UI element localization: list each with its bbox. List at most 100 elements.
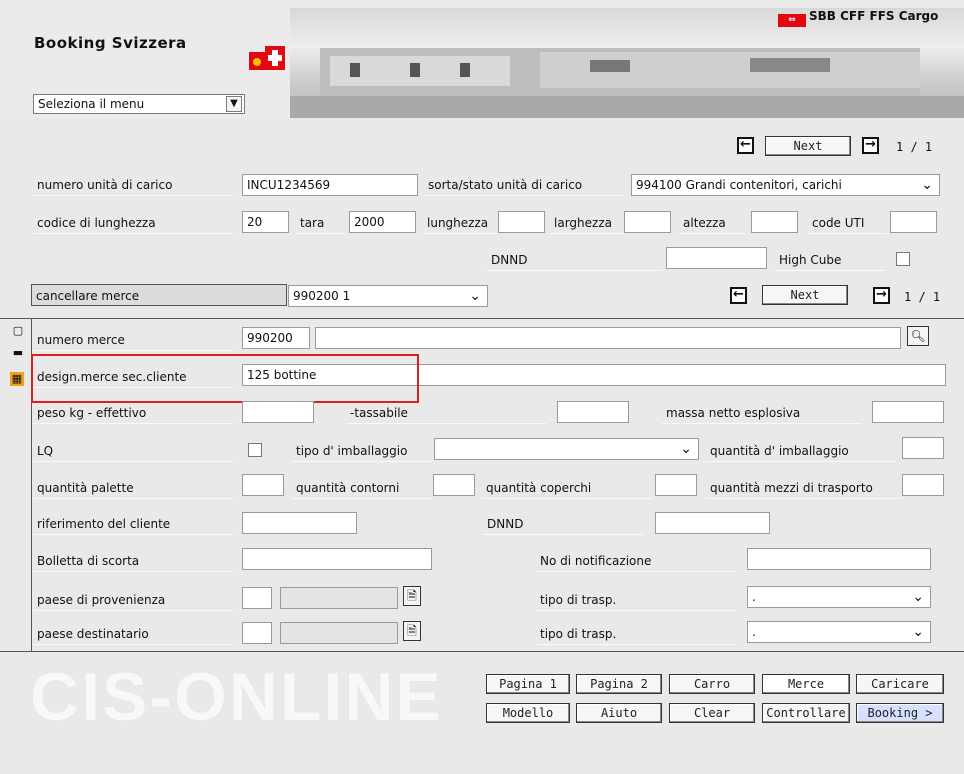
numero-merce-description-input[interactable] [315, 327, 901, 349]
next-arrow-icon[interactable]: → [862, 137, 879, 154]
cancellare-merce-button[interactable]: cancellare merce [31, 284, 287, 306]
chevron-down-icon: ⌄ [921, 177, 933, 193]
paese-provenienza-code-input[interactable] [242, 587, 272, 609]
paese-provenienza-label: paese di provenienza [33, 589, 233, 611]
merce-select[interactable]: 990200 1 ⌄ [288, 285, 488, 307]
quantita-imballaggio-input[interactable] [902, 437, 944, 459]
caricare-button[interactable]: Caricare [856, 674, 944, 694]
sorta-select-value: 994100 Grandi contenitori, carichi [636, 178, 842, 192]
massa-label: massa netto esplosiva [662, 402, 862, 424]
tassabile-label: -tassabile [346, 402, 546, 424]
next-arrow-icon-merce[interactable]: → [873, 287, 890, 304]
riferimento-input[interactable] [242, 512, 357, 534]
altezza-label: altezza [679, 212, 745, 234]
page-counter-top: 1 / 1 [896, 140, 933, 154]
modello-button[interactable]: Modello [486, 703, 570, 723]
quantita-contorni-label: quantità contorni [292, 477, 432, 499]
merce-select-value: 990200 1 [293, 289, 351, 303]
controllare-button[interactable]: Controllare [762, 703, 850, 723]
lunghezza-input[interactable] [498, 211, 545, 233]
swiss-logo-icon [249, 46, 285, 72]
quantita-palette-input[interactable] [242, 474, 284, 496]
quantita-coperchi-input[interactable] [655, 474, 697, 496]
larghezza-input[interactable] [624, 211, 671, 233]
sorta-label: sorta/stato unità di carico [424, 174, 624, 196]
box-icon[interactable]: ▢ [11, 324, 25, 338]
notificazione-input[interactable] [747, 548, 931, 570]
search-icon[interactable]: 🔍︎ [907, 326, 929, 346]
page-counter-merce: 1 / 1 [904, 290, 941, 304]
dnnd-merce-label: DNND [483, 513, 643, 535]
tipo-trasp-label-1: tipo di trasp. [536, 589, 736, 611]
pagina-2-button[interactable]: Pagina 2 [576, 674, 662, 694]
quantita-mezzi-input[interactable] [902, 474, 944, 496]
high-cube-label: High Cube [775, 249, 885, 271]
booking-button[interactable]: Booking > [856, 703, 944, 723]
sorta-select[interactable]: 994100 Grandi contenitori, carichi ⌄ [631, 174, 940, 196]
lq-checkbox[interactable] [248, 443, 262, 457]
quantita-contorni-input[interactable] [433, 474, 475, 496]
prev-arrow-icon[interactable]: ← [737, 137, 754, 154]
dnnd-merce-input[interactable] [655, 512, 770, 534]
menu-select-value: Seleziona il menu [38, 97, 145, 111]
massa-input[interactable] [872, 401, 944, 423]
high-cube-checkbox[interactable] [896, 252, 910, 266]
notificazione-label: No di notificazione [536, 550, 736, 572]
truck-icon[interactable]: ▬ [11, 346, 25, 360]
bolletta-label: Bolletta di scorta [33, 550, 233, 572]
highlight-box [31, 354, 419, 403]
chevron-down-icon[interactable]: ▼ [226, 96, 242, 112]
riferimento-label: riferimento del cliente [33, 513, 233, 535]
paese-destinatario-code-input[interactable] [242, 622, 272, 644]
paese-provenienza-name-input [280, 587, 398, 609]
menu-select[interactable]: Seleziona il menu ▼ [33, 94, 245, 114]
tipo-trasp-select-1[interactable]: . ⌄ [747, 586, 931, 608]
prev-arrow-icon-merce[interactable]: ← [730, 287, 747, 304]
code-uti-input[interactable] [890, 211, 937, 233]
aiuto-button[interactable]: Aiuto [576, 703, 662, 723]
next-button-merce[interactable]: Next [762, 285, 848, 305]
carro-button[interactable]: Carro [669, 674, 755, 694]
lq-label: LQ [33, 440, 233, 462]
brand-text: SBB CFF FFS Cargo [809, 9, 939, 23]
merce-button[interactable]: Merce [762, 674, 850, 694]
pagina-1-button[interactable]: Pagina 1 [486, 674, 570, 694]
section-divider [0, 318, 964, 319]
paese-destinatario-name-input [280, 622, 398, 644]
tara-label: tara [296, 212, 344, 234]
dnnd-input[interactable] [666, 247, 767, 269]
codice-lunghezza-input[interactable]: 20 [242, 211, 289, 233]
document-icon[interactable]: 🗎︎ [403, 586, 421, 606]
quantita-mezzi-label: quantità mezzi di trasporto [706, 477, 902, 499]
footer-divider [0, 651, 964, 652]
document-icon[interactable]: 🗎︎ [403, 621, 421, 641]
tipo-trasp-select-1-value: . [752, 590, 756, 604]
cis-online-logo: CIS-ONLINE [30, 659, 443, 735]
numero-unita-input[interactable]: INCU1234569 [242, 174, 418, 196]
numero-unita-label: numero unità di carico [33, 174, 233, 196]
lunghezza-label: lunghezza [423, 212, 499, 234]
paese-destinatario-label: paese destinatario [33, 623, 233, 645]
bolletta-input[interactable] [242, 548, 432, 570]
tipo-trasp-select-2-value: . [752, 625, 756, 639]
numero-merce-input[interactable]: 990200 [242, 327, 310, 349]
peso-input[interactable] [242, 401, 314, 423]
altezza-input[interactable] [751, 211, 798, 233]
calculator-icon[interactable]: ▦ [10, 372, 24, 386]
codice-lunghezza-label: codice di lunghezza [33, 212, 233, 234]
clear-button[interactable]: Clear [669, 703, 755, 723]
sbb-brand: ⇔ SBB CFF FFS Cargo [778, 9, 964, 27]
dnnd-label: DNND [487, 249, 662, 271]
tassabile-input[interactable] [557, 401, 629, 423]
chevron-down-icon: ⌄ [469, 288, 481, 304]
quantita-coperchi-label: quantità coperchi [482, 477, 652, 499]
larghezza-label: larghezza [550, 212, 624, 234]
code-uti-label: code UTI [808, 212, 886, 234]
tipo-imballaggio-select[interactable]: ⌄ [434, 438, 699, 460]
tara-input[interactable]: 2000 [349, 211, 416, 233]
peso-label: peso kg - effettivo [33, 402, 233, 424]
quantita-palette-label: quantità palette [33, 477, 233, 499]
chevron-down-icon: ⌄ [912, 589, 924, 605]
next-button-top[interactable]: Next [765, 136, 851, 156]
tipo-trasp-select-2[interactable]: . ⌄ [747, 621, 931, 643]
